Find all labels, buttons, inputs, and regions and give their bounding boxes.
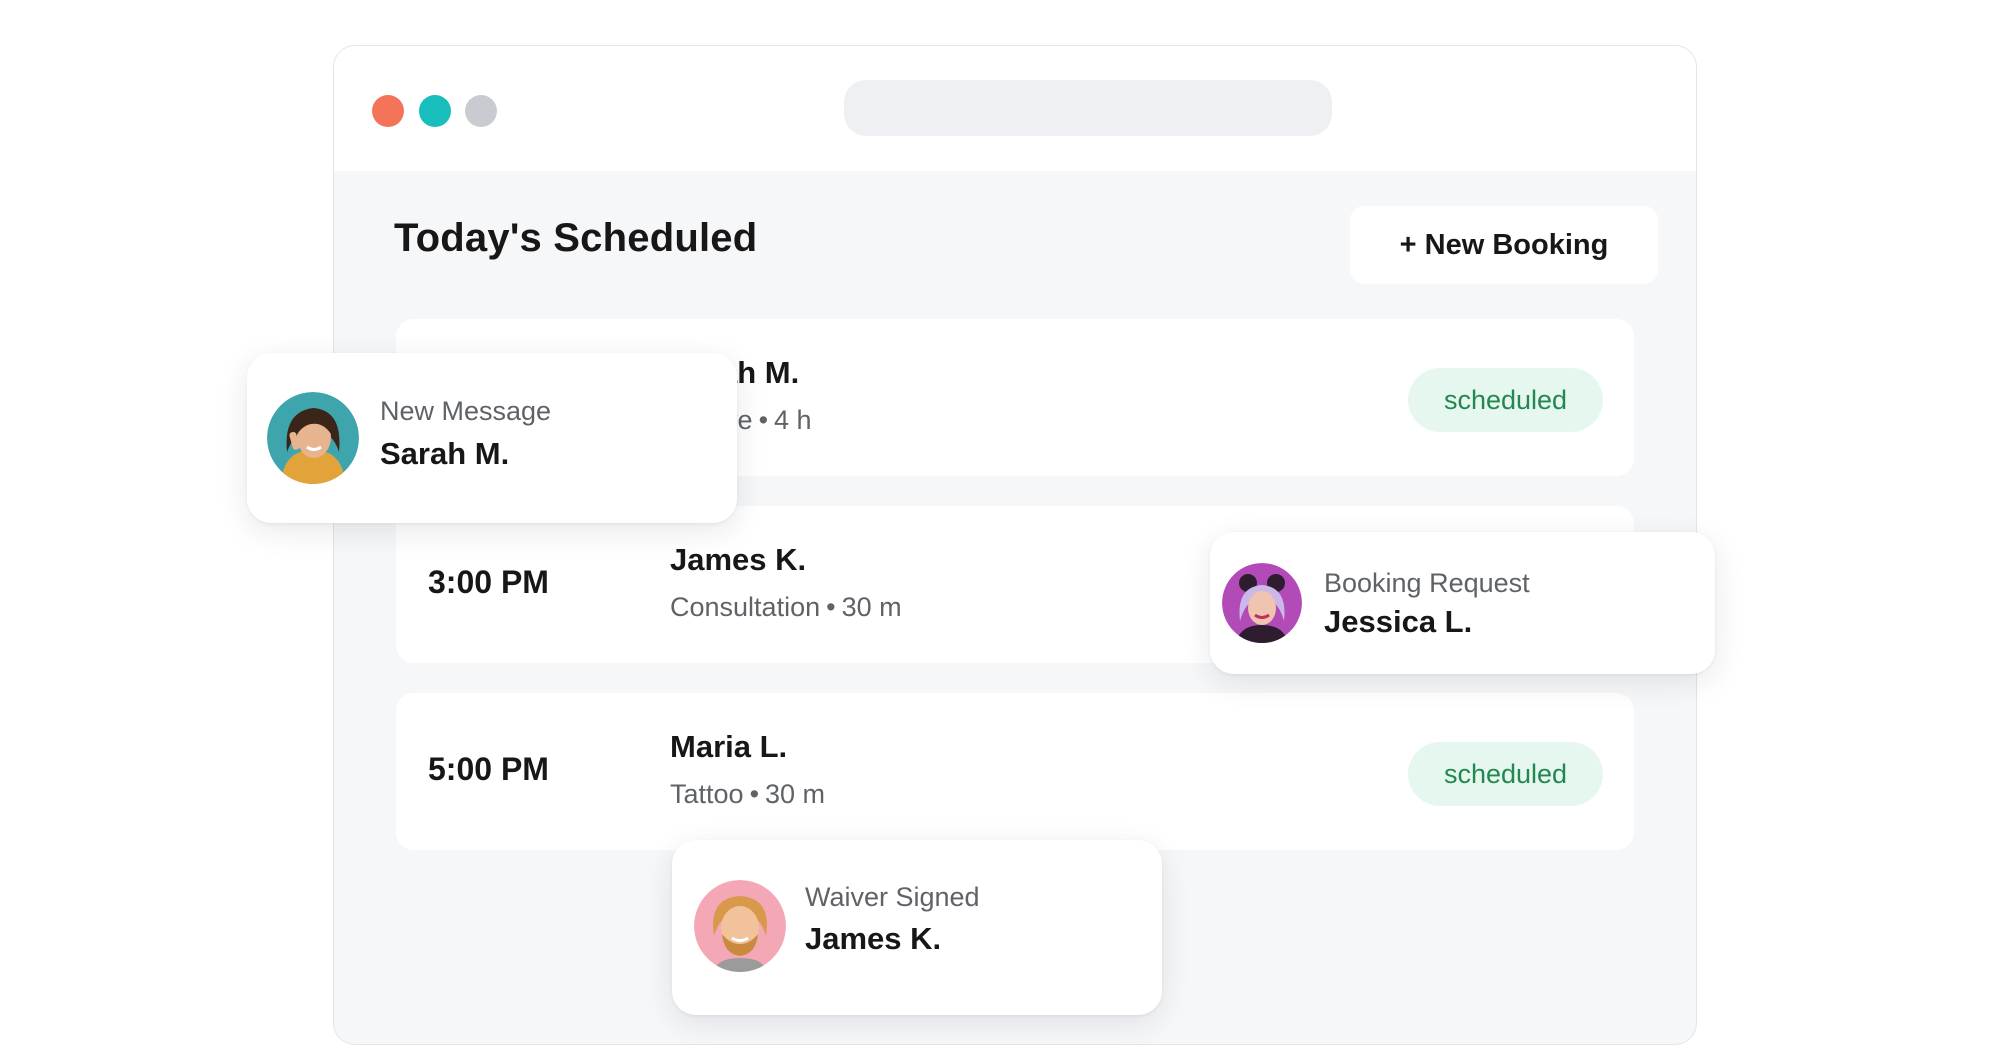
appointment-service: Tattoo: [670, 779, 744, 809]
appointment-details: Consultation • 30 m: [670, 592, 902, 623]
meta-separator: •: [758, 405, 769, 435]
appointment-time: 3:00 PM: [428, 564, 549, 600]
notification-new-message[interactable]: New Message Sarah M.: [247, 353, 737, 523]
appointment-duration: 30 m: [841, 592, 902, 622]
notification-booking-request[interactable]: Booking Request Jessica L.: [1210, 532, 1715, 674]
appointment-duration: 4 h: [774, 405, 812, 435]
notification-sender: Jessica L.: [1324, 604, 1473, 639]
page-title: Today's Scheduled: [394, 216, 758, 260]
appointment-details: Tattoo • 30 m: [670, 779, 825, 810]
notification-type: Booking Request: [1324, 568, 1530, 598]
address-bar[interactable]: [844, 80, 1332, 136]
new-booking-button[interactable]: + New Booking: [1350, 206, 1658, 284]
meta-separator: •: [826, 592, 836, 622]
status-badge: scheduled: [1408, 368, 1603, 432]
appointment-time: 5:00 PM: [428, 751, 549, 787]
appointment-duration: 30 m: [765, 779, 826, 809]
avatar-image: [267, 392, 359, 484]
appointment-client-name: Maria L.: [670, 729, 788, 764]
avatar: [694, 880, 786, 972]
notification-waiver-signed[interactable]: Waiver Signed James K.: [672, 840, 1162, 1015]
notification-type: New Message: [380, 396, 552, 426]
appointment-client-name: James K.: [670, 542, 807, 577]
maximize-window-dot[interactable]: [465, 95, 497, 127]
appointment-row[interactable]: 5:00 PM Maria L. Tattoo • 30 m scheduled: [396, 693, 1634, 850]
avatar-image: [694, 880, 786, 972]
appointment-service: Consultation: [670, 592, 821, 622]
notification-sender: Sarah M.: [380, 436, 510, 471]
notification-sender: James K.: [805, 921, 942, 956]
close-window-dot[interactable]: [372, 95, 404, 127]
avatar-image: [1222, 563, 1302, 643]
notification-type: Waiver Signed: [805, 882, 980, 912]
window-titlebar: [334, 46, 1696, 171]
avatar: [1222, 563, 1302, 643]
status-badge: scheduled: [1408, 742, 1603, 806]
minimize-window-dot[interactable]: [419, 95, 451, 127]
meta-separator: •: [749, 779, 760, 809]
avatar: [267, 392, 359, 484]
